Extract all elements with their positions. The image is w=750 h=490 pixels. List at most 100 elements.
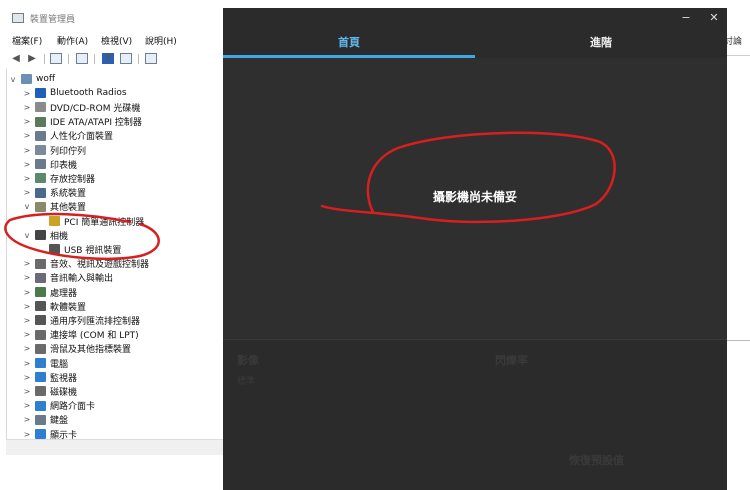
chevron-right-icon[interactable]: > [22,259,32,268]
tree-item[interactable]: > 磁碟機 [22,384,77,398]
tree-item-label: 存放控制器 [50,174,96,185]
tree-item-label: 電腦 [50,359,69,370]
tree-item-label: 連接埠 (COM 和 LPT) [50,331,139,342]
tree-item-label: 鍵盤 [50,416,69,427]
menu-action[interactable]: 動作(A) [57,34,88,47]
toolbar: ◀ ▶ ? [0,50,224,68]
tree-item-label: woff [36,74,56,84]
camera-icon [35,230,46,241]
network-adapter-icon [35,400,46,411]
chevron-right-icon[interactable]: > [22,117,32,126]
horizontal-scrollbar[interactable] [6,439,224,455]
tree-item[interactable]: > 音訊輸入與輸出 [22,271,113,285]
tree-item[interactable]: > 系統裝置 [22,186,86,200]
tree-item-label: USB 視訊裝置 [64,245,122,256]
tree-item[interactable]: > 列印佇列 [22,143,86,157]
tab-home[interactable]: 首頁 [223,30,475,58]
camera-preview: 攝影機尚未備妥 [223,58,727,340]
chevron-right-icon[interactable]: > [22,415,32,424]
close-button[interactable]: ✕ [707,11,721,25]
tree-item-label: DVD/CD-ROM 光碟機 [50,103,141,114]
tree-item-label: Bluetooth Radios [50,88,127,99]
tree-item[interactable]: > 處理器 [22,285,77,299]
audio-icon [35,258,46,269]
tree-item[interactable]: > 人性化介面裝置 [22,129,113,143]
other-device-icon [35,201,46,212]
tree-item[interactable]: > 電腦 [22,356,68,370]
chevron-right-icon[interactable]: > [22,273,32,282]
tree-item-label: 音訊輸入與輸出 [50,274,114,285]
tree-item[interactable]: > 軟體裝置 [22,299,86,313]
chevron-right-icon[interactable]: > [22,131,32,140]
tree-item[interactable]: > 連接埠 (COM 和 LPT) [22,328,139,342]
chevron-right-icon[interactable]: > [22,188,32,197]
computer-icon [21,74,32,84]
menu-file[interactable]: 檔案(F) [12,34,42,47]
pc-icon [35,358,46,368]
chevron-down-icon[interactable]: v [8,75,18,84]
chevron-right-icon[interactable]: > [22,373,32,382]
tree-item[interactable]: > 通用序列匯流排控制器 [22,313,140,327]
image-mode-field[interactable]: 標準 [237,374,255,387]
tree-item[interactable]: PCI 簡單通訊控制器 [36,214,144,228]
tree-item[interactable]: > Bluetooth Radios [22,86,127,100]
back-arrow-icon[interactable]: ◀ [10,53,22,64]
chevron-down-icon[interactable]: v [22,231,32,240]
flicker-section-title: 閃爍率 [495,354,528,367]
camera-status-text: 攝影機尚未備妥 [432,190,517,204]
chevron-right-icon[interactable]: > [22,160,32,169]
printer-icon [35,159,46,170]
tree-item[interactable]: v 其他裝置 [22,200,86,214]
help-icon[interactable]: ? [102,53,114,64]
chevron-right-icon[interactable]: > [22,288,32,297]
tree-item-label: 磁碟機 [50,387,78,398]
chevron-right-icon[interactable]: > [22,330,32,339]
tree-item-label: 相機 [50,231,69,242]
tree-item[interactable]: > 音效、視訊及遊戲控制器 [22,257,149,271]
disk-drive-icon [35,386,46,397]
chevron-right-icon[interactable]: > [22,103,32,112]
mouse-icon [35,343,46,354]
chevron-right-icon[interactable]: > [22,359,32,368]
chevron-right-icon[interactable]: > [22,174,32,183]
bluetooth-icon [35,88,46,99]
tree-item[interactable]: > 監視器 [22,370,77,384]
tree-item[interactable]: > IDE ATA/ATAPI 控制器 [22,115,142,129]
menu-view[interactable]: 檢視(V) [101,34,132,47]
display-adapter-icon [35,429,46,439]
tab-advanced[interactable]: 進階 [475,30,727,58]
software-device-icon [35,301,46,312]
tree-item[interactable]: v woff [8,72,55,86]
chevron-right-icon[interactable]: > [22,344,32,353]
tree-item[interactable]: > 滑鼠及其他指標裝置 [22,342,131,356]
properties-icon[interactable] [50,53,62,64]
chevron-right-icon[interactable]: > [22,401,32,410]
tree-item[interactable]: > 鍵盤 [22,413,68,427]
device-manager-icon [12,13,24,23]
details-icon[interactable] [120,53,132,64]
settings-panel: 影像 閃爍率 標準 恢復預設值 [223,340,727,490]
forward-arrow-icon[interactable]: ▶ [26,53,38,64]
tree-item[interactable]: v 相機 [22,228,68,242]
tree-item[interactable]: > 網路介面卡 [22,399,95,413]
chevron-down-icon[interactable]: v [22,202,32,211]
view-icon[interactable] [76,53,88,64]
chevron-right-icon[interactable]: > [22,430,32,439]
chevron-right-icon[interactable]: > [22,387,32,396]
tree-item[interactable]: USB 視訊裝置 [36,242,121,256]
scan-hardware-icon[interactable] [145,53,157,64]
chevron-right-icon[interactable]: > [22,316,32,325]
tree-item-label: 監視器 [50,373,78,384]
chevron-right-icon[interactable]: > [22,302,32,311]
menu-help[interactable]: 說明(H) [145,34,177,47]
minimize-button[interactable]: − [679,11,693,25]
chevron-right-icon[interactable]: > [22,89,32,98]
tree-item[interactable]: > DVD/CD-ROM 光碟機 [22,100,140,114]
chevron-right-icon[interactable]: > [22,146,32,155]
device-manager-title: 裝置管理員 [30,15,76,25]
monitor-icon [35,372,46,383]
tree-item[interactable]: > 印表機 [22,157,77,171]
restore-defaults-button[interactable]: 恢復預設值 [569,452,624,468]
tree-item[interactable]: > 存放控制器 [22,171,95,185]
tree-item-label: 系統裝置 [50,189,87,200]
